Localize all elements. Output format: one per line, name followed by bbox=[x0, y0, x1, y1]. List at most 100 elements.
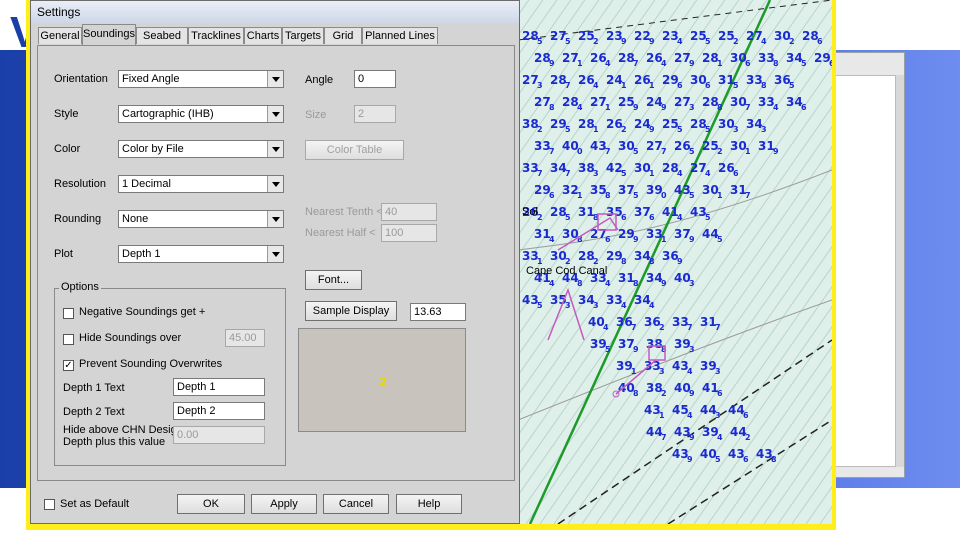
sounding-decimal: 4 bbox=[593, 81, 599, 90]
sounding-decimal: 3 bbox=[689, 345, 695, 354]
sounding-decimal: 1 bbox=[593, 125, 599, 134]
sounding-decimal: 1 bbox=[631, 367, 637, 376]
sounding-decimal: 3 bbox=[593, 301, 599, 310]
sounding-decimal: 7 bbox=[565, 81, 571, 90]
negative-soundings-checkbox[interactable] bbox=[63, 308, 74, 319]
depth1-text-field[interactable]: Depth 1 bbox=[173, 378, 265, 396]
style-select[interactable]: Cartographic (IHB) bbox=[118, 105, 284, 123]
apply-button[interactable]: Apply bbox=[251, 494, 317, 514]
sounding-decimal: 6 bbox=[743, 411, 749, 420]
hatch-line bbox=[791, 465, 832, 524]
chevron-down-icon[interactable] bbox=[267, 71, 283, 87]
sounding-decimal: 2 bbox=[717, 147, 723, 156]
tab-targets[interactable]: Targets bbox=[282, 27, 324, 44]
cancel-button[interactable]: Cancel bbox=[323, 494, 389, 514]
background-window-scrollbar[interactable] bbox=[896, 75, 904, 467]
depth2-text-field[interactable]: Depth 2 bbox=[173, 402, 265, 420]
rounding-value: None bbox=[122, 213, 149, 225]
tab-tracklines[interactable]: Tracklines bbox=[188, 27, 244, 44]
sounding-decimal: 8 bbox=[761, 81, 767, 90]
tab-soundings[interactable]: Soundings bbox=[82, 24, 136, 45]
font-button[interactable]: Font... bbox=[305, 270, 362, 290]
sounding-decimal: 9 bbox=[649, 37, 655, 46]
tab-charts[interactable]: Charts bbox=[244, 27, 282, 44]
sounding-decimal: 5 bbox=[705, 37, 711, 46]
sounding-decimal: 3 bbox=[733, 125, 739, 134]
preview-sounding: 2 bbox=[379, 375, 388, 389]
sounding-decimal: 9 bbox=[689, 59, 695, 68]
sounding-decimal: 3 bbox=[715, 411, 721, 420]
chart-view[interactable]: 28 5 27 5 25 2 23 9 22 9 23 4 25 5 25 2 27 4 30 2 28 6 28 9 27 1 2… bbox=[518, 0, 832, 524]
sounding-decimal: 1 bbox=[661, 235, 667, 244]
sounding-decimal: 5 bbox=[689, 147, 695, 156]
sounding-decimal: 6 bbox=[717, 389, 723, 398]
chevron-down-icon[interactable] bbox=[267, 106, 283, 122]
nearest-tenth-field[interactable]: 40 bbox=[381, 203, 437, 221]
prevent-overwrites-checkbox[interactable]: ✓ bbox=[63, 360, 74, 371]
sounding-decimal: 6 bbox=[733, 169, 739, 178]
sounding-decimal: 5 bbox=[689, 191, 695, 200]
set-as-default-checkbox[interactable] bbox=[44, 499, 55, 510]
sounding-decimal: 9 bbox=[689, 389, 695, 398]
hide-soundings-checkbox[interactable] bbox=[63, 334, 74, 345]
sample-display-button[interactable]: Sample Display bbox=[305, 301, 397, 321]
sounding-decimal: 8 bbox=[621, 257, 627, 266]
sounding-decimal: 9 bbox=[633, 103, 639, 112]
sounding-decimal: 6 bbox=[829, 59, 832, 68]
sounding-decimal: 7 bbox=[633, 59, 639, 68]
sounding-decimal: 6 bbox=[621, 213, 627, 222]
place-label: Cape Cod Canal bbox=[526, 265, 607, 277]
tab-seabed-id[interactable]: Seabed ID bbox=[136, 27, 188, 59]
sounding-decimal: 5 bbox=[733, 81, 739, 90]
tab-general[interactable]: General bbox=[38, 27, 82, 44]
ok-button[interactable]: OK bbox=[177, 494, 245, 514]
sounding-decimal: 1 bbox=[717, 59, 723, 68]
rounding-label: Rounding bbox=[54, 213, 102, 225]
tab-grid[interactable]: Grid bbox=[324, 27, 362, 44]
hide-above-field[interactable]: 0.00 bbox=[173, 426, 265, 444]
color-value: Color by File bbox=[122, 143, 184, 155]
chevron-down-icon[interactable] bbox=[267, 246, 283, 262]
sounding-decimal: 9 bbox=[689, 235, 695, 244]
nearest-tenth-label: Nearest Tenth < bbox=[305, 206, 383, 218]
sounding-decimal: 7 bbox=[565, 169, 571, 178]
sounding-decimal: 9 bbox=[633, 235, 639, 244]
sample-value-field[interactable]: 13.63 bbox=[410, 303, 466, 321]
size-field[interactable]: 2 bbox=[354, 105, 396, 123]
sounding-decimal: 5 bbox=[565, 213, 571, 222]
sounding-decimal: 4 bbox=[687, 367, 693, 376]
sounding-decimal: 7 bbox=[605, 147, 611, 156]
sounding-decimal: 5 bbox=[621, 169, 627, 178]
sounding-decimal: 1 bbox=[649, 169, 655, 178]
angle-field[interactable]: 0 bbox=[354, 70, 396, 88]
sounding-decimal: 9 bbox=[661, 279, 667, 288]
sounding-decimal: 5 bbox=[605, 345, 611, 354]
chevron-down-icon[interactable] bbox=[267, 141, 283, 157]
dialog-titlebar[interactable]: Settings bbox=[31, 1, 519, 23]
sounding-decimal: 8 bbox=[649, 257, 655, 266]
tab-planned-lines[interactable]: Planned Lines bbox=[362, 27, 438, 44]
chevron-down-icon[interactable] bbox=[267, 176, 283, 192]
sounding-decimal: 2 bbox=[661, 389, 667, 398]
sounding-decimal: 4 bbox=[649, 301, 655, 310]
sounding-decimal: 5 bbox=[715, 455, 721, 464]
nearest-half-field[interactable]: 100 bbox=[381, 224, 437, 242]
plot-select[interactable]: Depth 1 bbox=[118, 245, 284, 263]
resolution-select[interactable]: 1 Decimal bbox=[118, 175, 284, 193]
plot-value: Depth 1 bbox=[122, 248, 161, 260]
rounding-select[interactable]: None bbox=[118, 210, 284, 228]
sounding-decimal: 6 bbox=[549, 191, 555, 200]
chevron-down-icon[interactable] bbox=[267, 211, 283, 227]
sounding-decimal: 9 bbox=[773, 147, 779, 156]
help-button[interactable]: Help bbox=[396, 494, 462, 514]
sounding-decimal: 5 bbox=[565, 125, 571, 134]
sounding-decimal: 5 bbox=[677, 125, 683, 134]
sounding-decimal: 7 bbox=[661, 147, 667, 156]
sounding-decimal: 7 bbox=[661, 433, 667, 442]
color-table-button[interactable]: Color Table bbox=[305, 140, 404, 160]
hide-soundings-field[interactable]: 45.00 bbox=[225, 329, 265, 347]
color-select[interactable]: Color by File bbox=[118, 140, 284, 158]
chart-canvas[interactable]: 285 275 252 239 229 234 255 252 274 302 286289 271 2… bbox=[518, 0, 832, 524]
orientation-select[interactable]: Fixed Angle bbox=[118, 70, 284, 88]
hide-soundings-label: Hide Soundings over bbox=[79, 332, 182, 344]
